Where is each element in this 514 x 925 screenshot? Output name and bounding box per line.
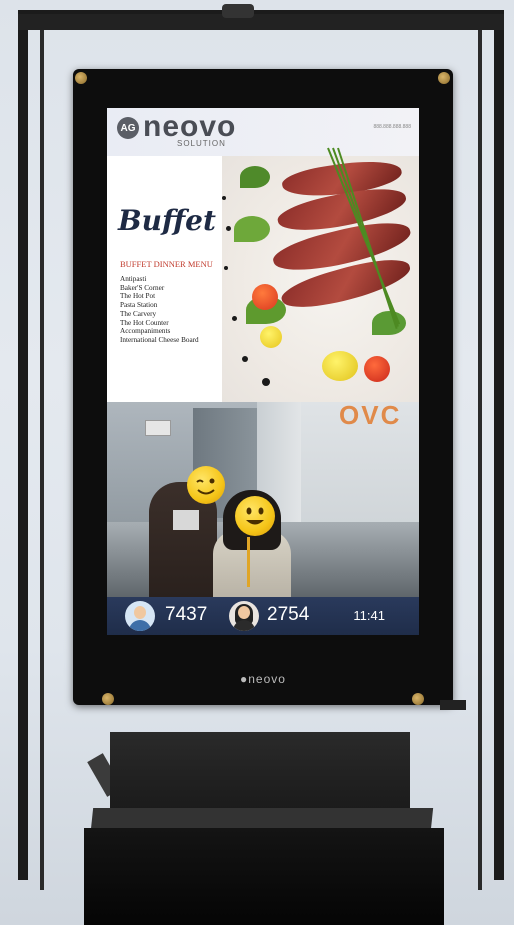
smiley-emoji-icon	[235, 496, 275, 536]
balsamic-dot	[242, 356, 248, 362]
menu-item: Antipasti	[120, 275, 147, 283]
lanyard	[247, 537, 250, 587]
page-title: Buffet	[118, 204, 216, 237]
clock-time: 11:41	[353, 608, 385, 623]
bezel-logo-dot-icon: ●	[240, 672, 249, 686]
pedestal-lid	[90, 808, 434, 830]
greens	[240, 166, 270, 188]
frame-rail-right	[478, 30, 482, 890]
menu-heading: BUFFET DINNER MENU	[120, 259, 213, 269]
bezel-bolt	[102, 693, 114, 705]
menu-item: International Cheese Board	[120, 335, 199, 344]
male-count: 7437	[165, 604, 208, 625]
menu-item: The Hot Pot	[120, 292, 156, 301]
smiley-emoji-icon	[187, 466, 225, 504]
wall-sign: OVC	[339, 402, 402, 430]
food-photo	[222, 147, 419, 402]
female-avatar-icon	[229, 601, 259, 631]
signage-screen: AG neovo SOLUTION 888.888.888.888 Buffet…	[107, 108, 419, 635]
brand-sub: SOLUTION	[177, 139, 226, 148]
frame-knob	[222, 4, 254, 18]
bracket	[440, 700, 466, 710]
balsamic-dot	[226, 226, 231, 231]
greens	[372, 311, 406, 335]
menu-item: The Hot Counter	[120, 318, 169, 327]
menu-item: Pasta Station	[120, 301, 158, 310]
pedestal-top	[110, 732, 410, 814]
camera-feed: OVC	[107, 402, 419, 597]
brand-badge-icon: AG	[117, 117, 139, 139]
cherry-tomato	[260, 326, 282, 348]
bezel-bolt	[75, 72, 87, 84]
wall-switch	[145, 420, 171, 436]
bezel-bolt	[438, 72, 450, 84]
balsamic-dot	[232, 316, 237, 321]
audience-stats-bar: 7437 2754 11:41	[107, 597, 419, 635]
cherry-tomato	[252, 284, 278, 310]
menu-list: Antipasti Baker'S Corner The Hot Pot Pas…	[120, 275, 199, 345]
menu-item: Accompaniments	[120, 327, 171, 336]
balsamic-dot	[224, 266, 228, 270]
frame-top-bar	[18, 14, 504, 30]
pedestal-base	[84, 828, 444, 925]
male-avatar-icon	[125, 601, 155, 631]
bezel-bolt	[412, 693, 424, 705]
brand-header: AG neovo SOLUTION 888.888.888.888	[107, 108, 419, 156]
bezel-logo: ●neovo	[240, 672, 286, 686]
greens	[234, 216, 270, 242]
balsamic-dot	[222, 196, 226, 200]
cherry-tomato	[322, 351, 358, 381]
female-count: 2754	[267, 604, 310, 625]
cherry-tomato	[364, 356, 390, 382]
balsamic-dot	[262, 378, 270, 386]
menu-item: Baker'S Corner	[120, 283, 165, 292]
header-address: 888.888.888.888	[373, 124, 411, 130]
person-shirt	[173, 510, 199, 530]
frame-rail-left	[40, 30, 44, 890]
menu-item: The Carvery	[120, 309, 157, 318]
